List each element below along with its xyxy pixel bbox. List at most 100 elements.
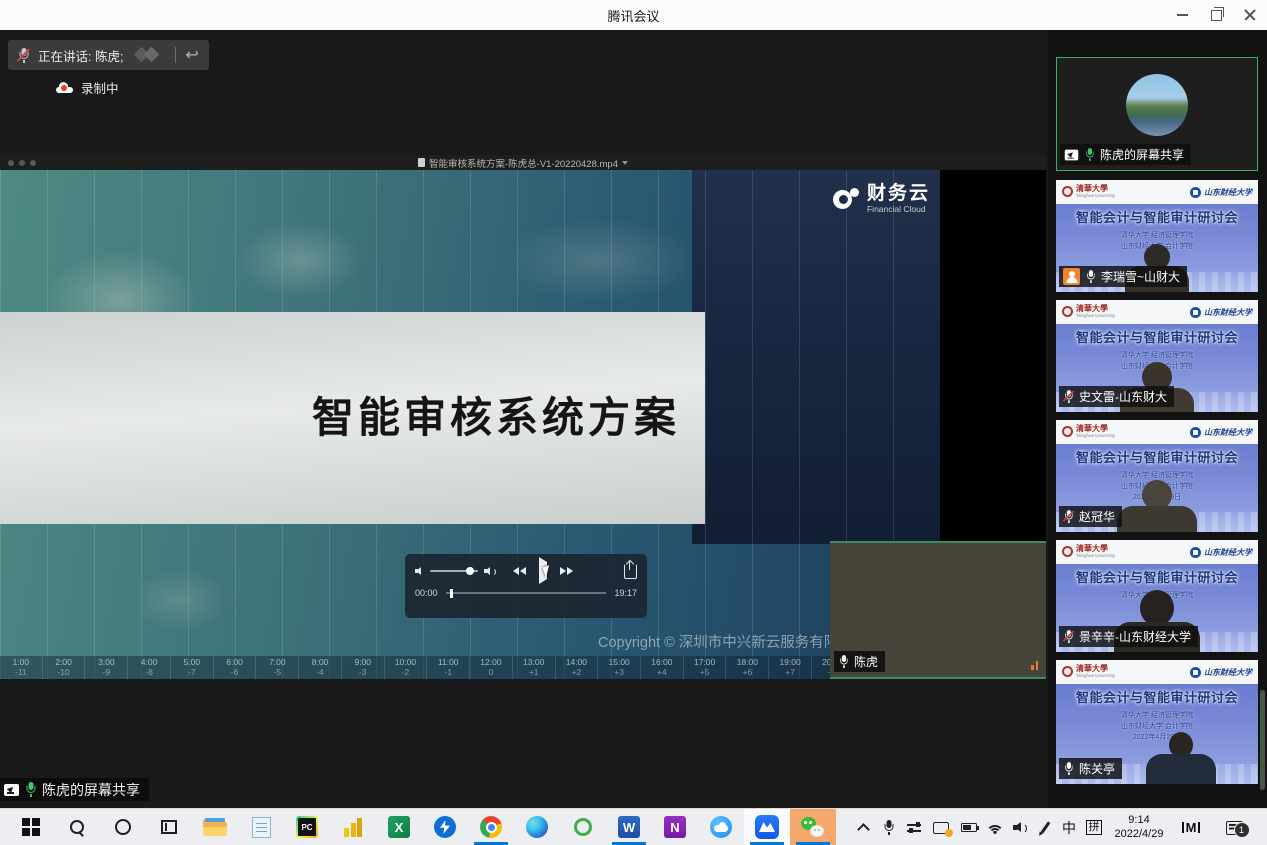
divider	[175, 47, 176, 63]
file-explorer-button[interactable]	[192, 809, 238, 845]
battery-icon	[961, 823, 977, 832]
tray-display[interactable]	[927, 810, 955, 845]
baidu-netdisk-button[interactable]	[698, 809, 744, 845]
sdufe-logo: 山东财经大学	[1190, 547, 1252, 558]
pycharm-button[interactable]: PC	[284, 809, 330, 845]
rewind-button[interactable]	[513, 567, 526, 575]
meeting-canvas: 正在讲话: 陈虎; ↩ 录制中 智能审核系统方案-陈虎总-V1-20220428…	[0, 30, 1267, 808]
pen-icon	[1040, 821, 1050, 833]
participant-tile[interactable]: 清華大學Tsinghua University 山东财经大学 智能会计与智能审计…	[1056, 420, 1258, 532]
tray-mixer[interactable]	[901, 810, 927, 845]
recording-label: 录制中	[81, 78, 119, 97]
wechat-button[interactable]	[790, 809, 836, 845]
tray-battery[interactable]	[955, 810, 982, 845]
slide-title: 智能审核系统方案	[0, 384, 940, 445]
timezone-offset: -6	[214, 668, 256, 678]
volume-slider[interactable]	[430, 570, 478, 572]
speaker-icon[interactable]	[484, 566, 493, 576]
elapsed-time: 00:00	[415, 588, 438, 598]
close-button[interactable]	[1233, 0, 1267, 30]
timezone-offset: -8	[128, 668, 170, 678]
participant-tile-screen-share[interactable]: 陈虎的屏幕共享	[1056, 57, 1258, 171]
onenote-button[interactable]: N	[652, 809, 698, 845]
green-ring-icon	[574, 818, 592, 836]
globalprotect-button[interactable]	[560, 809, 606, 845]
excel-button[interactable]: X	[376, 809, 422, 845]
mic-on-icon	[1064, 762, 1073, 775]
fast-forward-button[interactable]	[560, 567, 573, 575]
restore-button[interactable]	[1199, 0, 1233, 30]
display-notification-icon	[933, 822, 949, 834]
edge-button[interactable]	[514, 809, 560, 845]
wifi-icon	[986, 821, 1004, 834]
lightning-app-button[interactable]	[422, 809, 468, 845]
timezone-offset: -11	[0, 668, 42, 678]
participant-tile[interactable]: 清華大學Tsinghua University 山东财经大学 智能会计与智能审计…	[1056, 540, 1258, 652]
tray-wifi[interactable]	[982, 810, 1008, 845]
timezone-cell: 11:00 -1	[427, 656, 470, 679]
m-app-tray[interactable]: M	[1171, 810, 1211, 845]
chevron-down-icon[interactable]	[622, 161, 628, 165]
mic-muted-icon	[1064, 510, 1073, 523]
tray-volume[interactable]	[1008, 810, 1033, 845]
action-center-button[interactable]: 1	[1211, 810, 1257, 845]
play-button[interactable]	[539, 562, 547, 580]
participant-name: 赵冠华	[1079, 508, 1115, 525]
tsinghua-logo: 清華大學Tsinghua University	[1062, 545, 1115, 558]
windows-taskbar: PC X W N 中 拼 9:14	[0, 808, 1267, 845]
export-share-icon[interactable]	[624, 564, 637, 579]
start-button[interactable]	[8, 809, 54, 845]
seek-thumb[interactable]	[450, 589, 453, 598]
search-button[interactable]	[54, 809, 100, 845]
chevron-up-icon	[857, 823, 870, 836]
participant-name: 李瑞雪~山财大	[1101, 268, 1180, 285]
tray-pen[interactable]	[1033, 810, 1057, 845]
tray-mic[interactable]	[876, 810, 901, 845]
seek-bar[interactable]	[446, 592, 607, 594]
word-button[interactable]: W	[606, 809, 652, 845]
clock[interactable]: 9:14 2022/4/29	[1107, 810, 1171, 845]
timezone-cell: 19:00 +7	[769, 656, 812, 679]
chrome-button[interactable]	[468, 809, 514, 845]
cortana-button[interactable]	[100, 809, 146, 845]
network-signal-icon	[1031, 661, 1038, 670]
tencent-meeting-button[interactable]	[744, 809, 790, 845]
mic-icon	[883, 820, 894, 835]
speaking-text: 正在讲话: 陈虎;	[38, 46, 123, 65]
task-view-button[interactable]	[146, 809, 192, 845]
restore-icon	[1211, 10, 1222, 21]
clock-time: 9:14	[1128, 814, 1149, 828]
notepad-button[interactable]	[238, 809, 284, 845]
screen-share-icon	[1065, 149, 1079, 160]
shared-screen: 智能审核系统方案-陈虎总-V1-20220428.mp4 财务云 Financi…	[0, 155, 1046, 679]
person-silhouette	[1146, 732, 1216, 784]
participant-tile[interactable]: 清華大學Tsinghua University 山东财经大学 智能会计与智能审计…	[1056, 660, 1258, 784]
volume-icon[interactable]	[415, 566, 424, 576]
tray-expand-button[interactable]	[850, 810, 876, 845]
window-title: 腾讯会议	[0, 6, 1267, 25]
presenter-pip-video[interactable]: 陈虎	[830, 541, 1046, 679]
power-bi-button[interactable]	[330, 809, 376, 845]
mac-window-dots[interactable]	[8, 160, 36, 166]
tsinghua-logo: 清華大學Tsinghua University	[1062, 665, 1115, 678]
timezone-cell: 15:00 +3	[598, 656, 641, 679]
excel-icon: X	[388, 816, 410, 838]
timezone-offset: -1	[427, 668, 469, 678]
timezone-offset: +1	[513, 668, 555, 678]
ime-language[interactable]: 中	[1057, 810, 1081, 845]
sidebar-scrollbar[interactable]	[1260, 690, 1265, 790]
tsinghua-logo: 清華大學Tsinghua University	[1062, 305, 1115, 318]
mic-muted-icon	[1064, 630, 1073, 643]
brand-logo: 财务云 Financial Cloud	[833, 184, 930, 214]
participant-tile[interactable]: 清華大學Tsinghua University 山东财经大学 智能会计与智能审计…	[1056, 300, 1258, 412]
participant-tile[interactable]: 清華大學Tsinghua University 山东财经大学 智能会计与智能审计…	[1056, 180, 1258, 292]
pycharm-icon: PC	[296, 816, 318, 838]
wechat-icon	[801, 817, 825, 837]
pip-name-chip: 陈虎	[834, 651, 885, 672]
timezone-cell: 10:00 -2	[385, 656, 428, 679]
ime-mode[interactable]: 拼	[1081, 810, 1107, 845]
reply-arrow-icon[interactable]: ↩	[185, 47, 198, 63]
shared-window-titlebar: 智能审核系统方案-陈虎总-V1-20220428.mp4	[0, 155, 1046, 170]
timezone-offset: +2	[556, 668, 598, 678]
minimize-button[interactable]	[1165, 0, 1199, 30]
